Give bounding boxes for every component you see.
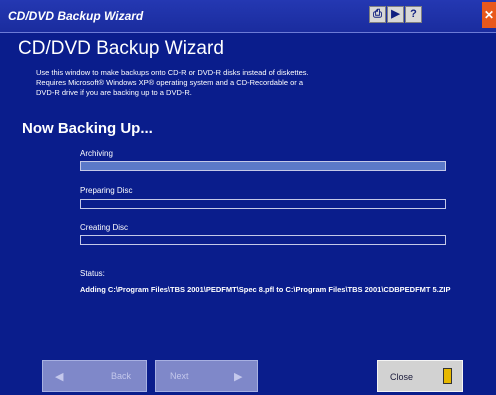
open-button[interactable]: ▶ xyxy=(387,6,404,23)
next-button[interactable]: Next ▶ xyxy=(155,360,258,392)
progress-bar-creating xyxy=(80,235,446,245)
help-button[interactable]: ? xyxy=(405,6,422,23)
back-button-label: Back xyxy=(111,371,132,381)
progress-heading: Now Backing Up... xyxy=(22,120,153,137)
wizard-window: CD/DVD Backup Wizard ⎙ ▶ ? ✕ CD/DVD Back… xyxy=(0,0,496,395)
status-text: Adding C:\Program Files\TBS 2001\PEDFMT\… xyxy=(80,285,451,294)
status-label: Status: xyxy=(80,269,105,278)
back-button[interactable]: ◀ Back xyxy=(42,360,147,392)
question-icon: ? xyxy=(410,8,417,20)
stage-label-preparing: Preparing Disc xyxy=(80,186,133,195)
progress-bar-archiving xyxy=(80,161,446,171)
page-title: CD/DVD Backup Wizard xyxy=(18,38,224,59)
stage-label-archiving: Archiving xyxy=(80,149,113,158)
close-button[interactable]: Close xyxy=(377,360,463,392)
title-bar: CD/DVD Backup Wizard ⎙ ▶ ? ✕ xyxy=(0,0,496,33)
print-button[interactable]: ⎙ xyxy=(369,6,386,23)
close-icon: ✕ xyxy=(483,8,495,22)
progress-fill-archiving xyxy=(81,162,445,170)
description-text: Use this window to make backups onto CD-… xyxy=(36,68,309,97)
next-button-label: Next xyxy=(170,371,189,381)
window-close-button[interactable]: ✕ xyxy=(482,2,496,28)
folder-arrow-icon: ▶ xyxy=(391,8,400,20)
stage-label-creating: Creating Disc xyxy=(80,223,129,232)
exit-door-icon xyxy=(443,368,452,384)
printer-icon: ⎙ xyxy=(373,8,382,20)
progress-bar-preparing xyxy=(80,199,446,209)
close-button-label: Close xyxy=(390,372,414,382)
next-arrow-icon: ▶ xyxy=(234,371,243,383)
window-title: CD/DVD Backup Wizard xyxy=(8,9,144,23)
back-arrow-icon: ◀ xyxy=(55,371,64,383)
